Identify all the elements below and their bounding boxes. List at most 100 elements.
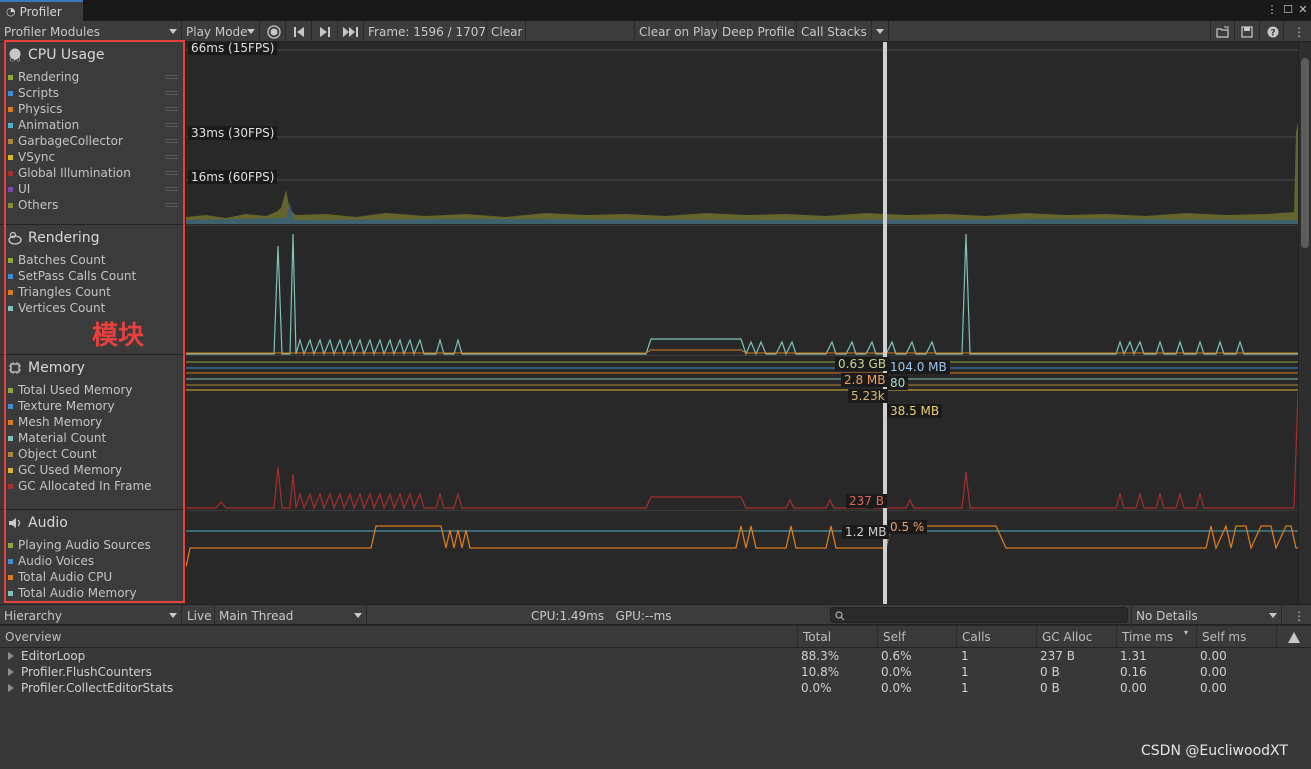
column-header-self[interactable]: Self: [877, 626, 956, 648]
profiler-modules-label: Profiler Modules: [4, 24, 100, 39]
legend-item-texture-memory[interactable]: Texture Memory: [8, 398, 115, 414]
load-button[interactable]: [1210, 21, 1235, 42]
scrollbar-thumb[interactable]: [1301, 58, 1309, 248]
legend-item-global-illumination[interactable]: Global Illumination: [8, 165, 131, 181]
column-header-gc-alloc[interactable]: GC Alloc: [1036, 626, 1116, 648]
tab-profiler[interactable]: ◔ Profiler: [0, 0, 83, 21]
maximize-icon[interactable]: ☐: [1280, 2, 1296, 18]
memory-chip-icon: [8, 361, 22, 375]
cell-self-ms: 0.00: [1200, 649, 1227, 663]
clear-label: Clear: [491, 24, 523, 39]
call-stacks-dropdown[interactable]: [872, 21, 889, 42]
speaker-icon: [8, 516, 22, 530]
legend-item-batches-count[interactable]: Batches Count: [8, 252, 106, 268]
memory-value-texture: 104.0 MB: [887, 360, 950, 374]
drag-handle-icon[interactable]: [165, 171, 178, 175]
frame-timing-label: CPU:1.49ms GPU:--ms: [531, 608, 672, 623]
row-name: Profiler.CollectEditorStats: [21, 681, 174, 695]
previous-frame-button[interactable]: [287, 21, 312, 42]
play-mode-dropdown[interactable]: Play Mode: [182, 21, 260, 42]
legend-label: Object Count: [18, 447, 97, 461]
current-frame-button[interactable]: [339, 21, 364, 42]
legend-item-animation[interactable]: Animation: [8, 117, 79, 133]
drag-handle-icon[interactable]: [165, 203, 178, 207]
clear-on-play-toggle[interactable]: Clear on Play: [634, 21, 718, 42]
help-button[interactable]: ?: [1262, 21, 1284, 42]
expand-arrow-icon[interactable]: [8, 684, 14, 692]
drag-handle-icon[interactable]: [165, 91, 178, 95]
table-row[interactable]: Profiler.CollectEditorStats 0.0% 0.0% 1 …: [0, 680, 1311, 696]
legend-label: SetPass Calls Count: [18, 269, 137, 283]
call-stacks-toggle[interactable]: Call Stacks: [797, 21, 872, 42]
table-row[interactable]: EditorLoop 88.3% 0.6% 1 237 B 1.31 0.00: [0, 648, 1311, 664]
cell-total: 10.8%: [801, 665, 840, 679]
drag-handle-icon[interactable]: [165, 155, 178, 159]
legend-item-material-count[interactable]: Material Count: [8, 430, 106, 446]
legend-label: Total Used Memory: [18, 383, 133, 397]
drag-handle-icon[interactable]: [165, 139, 178, 143]
legend-label: GC Allocated In Frame: [18, 479, 152, 493]
expand-arrow-icon[interactable]: [8, 652, 14, 660]
module-title: Memory: [8, 360, 85, 376]
column-header-total[interactable]: Total: [797, 626, 877, 648]
column-header-overview[interactable]: Overview: [0, 626, 797, 648]
legend-item-gc-allocated-in-frame[interactable]: GC Allocated In Frame: [8, 478, 152, 494]
warning-column-header[interactable]: [1276, 626, 1311, 648]
module-memory[interactable]: Memory Total Used Memory Texture Memory …: [0, 355, 186, 510]
legend-item-audio-voices[interactable]: Audio Voices: [8, 553, 94, 569]
cell-calls: 1: [961, 665, 969, 679]
legend-item-physics[interactable]: Physics: [8, 101, 62, 117]
step-back-icon: [294, 26, 304, 37]
record-button[interactable]: [262, 21, 286, 42]
legend-item-vertices-count[interactable]: Vertices Count: [8, 300, 105, 316]
legend-item-gc-used-memory[interactable]: GC Used Memory: [8, 462, 122, 478]
profiler-graphs-area[interactable]: 66ms (15FPS) 33ms (30FPS) 16ms (60FPS) 0…: [186, 42, 1298, 604]
column-header-self-ms[interactable]: Self ms: [1196, 626, 1276, 648]
close-icon[interactable]: ✕: [1295, 2, 1311, 18]
deep-profile-toggle[interactable]: Deep Profile: [718, 21, 797, 42]
drag-handle-icon[interactable]: [165, 123, 178, 127]
legend-item-total-audio-cpu[interactable]: Total Audio CPU: [8, 569, 112, 585]
save-button[interactable]: [1235, 21, 1260, 42]
table-row[interactable]: Profiler.FlushCounters 10.8% 0.0% 1 0 B …: [0, 664, 1311, 680]
legend-item-ui[interactable]: UI: [8, 181, 30, 197]
toolbar-menu-button[interactable]: ⋮: [1288, 21, 1310, 42]
clear-button[interactable]: Clear: [486, 21, 526, 42]
legend-item-total-used-memory[interactable]: Total Used Memory: [8, 382, 133, 398]
open-folder-icon: [1215, 26, 1229, 38]
module-cpu-usage[interactable]: CPU CPU Usage Rendering Scripts Physics …: [0, 42, 186, 225]
memory-value-gc-used: 38.5 MB: [887, 404, 943, 418]
legend-item-total-audio-memory[interactable]: Total Audio Memory: [8, 585, 137, 601]
drag-handle-icon[interactable]: [165, 107, 178, 111]
legend-swatch: [8, 90, 13, 96]
details-dropdown[interactable]: No Details: [1131, 605, 1282, 626]
legend-item-triangles-count[interactable]: Triangles Count: [8, 284, 111, 300]
legend-item-scripts[interactable]: Scripts: [8, 85, 59, 101]
legend-item-others[interactable]: Others: [8, 197, 58, 213]
column-header-calls[interactable]: Calls: [956, 626, 1036, 648]
view-type-dropdown[interactable]: Hierarchy: [0, 605, 182, 626]
kebab-menu-icon[interactable]: ⋮: [1264, 2, 1280, 18]
legend-item-mesh-memory[interactable]: Mesh Memory: [8, 414, 102, 430]
legend-swatch: [8, 590, 13, 596]
drag-handle-icon[interactable]: [165, 187, 178, 191]
legend-item-rendering[interactable]: Rendering: [8, 69, 79, 85]
expand-arrow-icon[interactable]: [8, 668, 14, 676]
graphs-vertical-scrollbar[interactable]: [1298, 42, 1311, 604]
column-header-time-ms[interactable]: Time ms ▾: [1116, 626, 1196, 648]
record-icon: [266, 24, 281, 39]
legend-item-garbagecollector[interactable]: GarbageCollector: [8, 133, 123, 149]
drag-handle-icon[interactable]: [165, 75, 178, 79]
legend-item-object-count[interactable]: Object Count: [8, 446, 97, 462]
details-menu-button[interactable]: ⋮: [1288, 605, 1310, 626]
thread-dropdown[interactable]: Main Thread: [215, 605, 367, 626]
column-header-label: Overview: [5, 630, 62, 644]
live-toggle[interactable]: Live: [183, 605, 215, 626]
legend-item-playing-audio-sources[interactable]: Playing Audio Sources: [8, 537, 151, 553]
profiler-modules-dropdown[interactable]: Profiler Modules: [0, 21, 182, 42]
legend-item-vsync[interactable]: VSync: [8, 149, 55, 165]
next-frame-button[interactable]: [313, 21, 338, 42]
legend-item-setpass-calls-count[interactable]: SetPass Calls Count: [8, 268, 136, 284]
module-audio[interactable]: Audio Playing Audio Sources Audio Voices…: [0, 510, 186, 604]
search-input[interactable]: [830, 607, 1128, 623]
